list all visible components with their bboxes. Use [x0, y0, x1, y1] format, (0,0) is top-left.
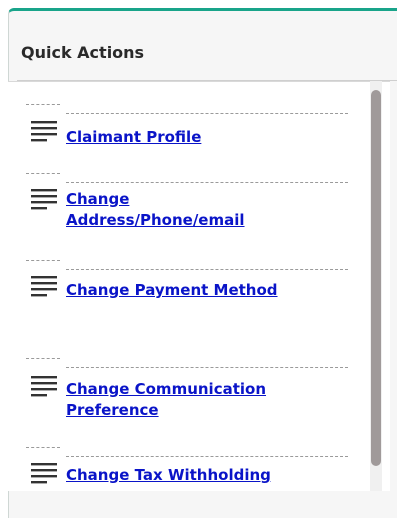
item-separator [26, 260, 60, 261]
scrollbar-thumb[interactable] [371, 90, 381, 466]
list-lines-icon [31, 276, 57, 297]
item-separator [66, 456, 348, 457]
quick-actions-list: Claimant Profile Change Address/Phone/em… [8, 81, 390, 491]
item-separator [66, 367, 348, 368]
item-separator [26, 104, 60, 105]
item-separator [66, 182, 348, 183]
panel-title: Quick Actions [21, 43, 145, 62]
item-separator [26, 173, 60, 174]
change-address-link[interactable]: Change Address/Phone/email [66, 189, 266, 231]
item-separator [26, 358, 60, 359]
item-separator [66, 269, 348, 270]
change-payment-method-link[interactable]: Change Payment Method [66, 280, 326, 301]
list-lines-icon [31, 463, 57, 484]
list-lines-icon [31, 121, 57, 142]
list-lines-icon [31, 189, 57, 210]
item-separator [26, 447, 60, 448]
item-separator [66, 113, 348, 114]
change-communication-preference-link[interactable]: Change Communication Preference [66, 379, 306, 421]
change-tax-withholding-link[interactable]: Change Tax Withholding [66, 465, 326, 486]
claimant-profile-link[interactable]: Claimant Profile [66, 127, 326, 148]
list-lines-icon [31, 376, 57, 397]
